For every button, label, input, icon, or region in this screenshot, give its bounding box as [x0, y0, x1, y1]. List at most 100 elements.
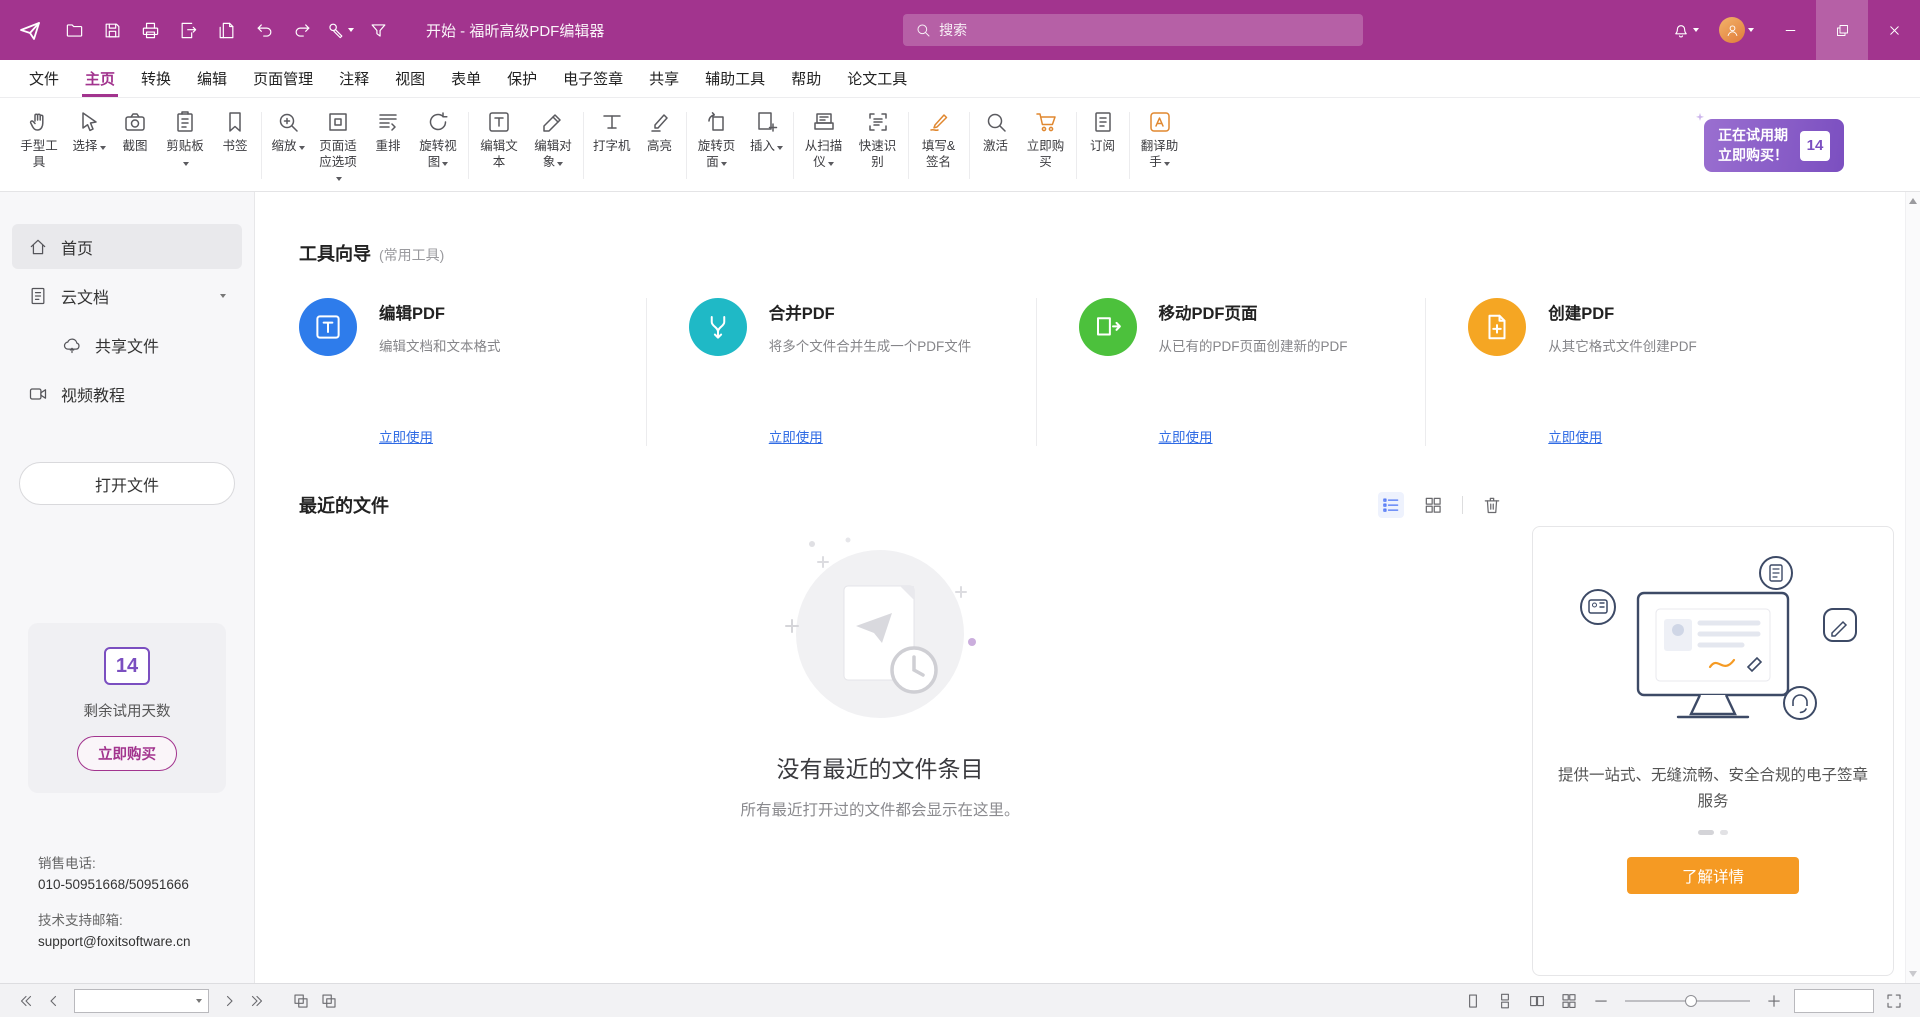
- facing-page-button[interactable]: [1525, 989, 1549, 1013]
- single-page-button[interactable]: [1461, 989, 1485, 1013]
- menu-item-file[interactable]: 文件: [16, 60, 72, 97]
- menu-tab-home[interactable]: 主页: [72, 60, 128, 97]
- search-bar[interactable]: [903, 14, 1363, 46]
- menu-item-comment[interactable]: 注释: [326, 60, 382, 97]
- ribbon-tool-subscribe[interactable]: 订阅: [1080, 102, 1126, 189]
- ribbon-tool-rotate-view[interactable]: 旋转视图: [411, 102, 465, 189]
- menu-item-edit[interactable]: 编辑: [184, 60, 240, 97]
- open-file-button[interactable]: 打开文件: [19, 462, 235, 505]
- menu-item-form[interactable]: 表单: [438, 60, 494, 97]
- ribbon-tool-edit-object[interactable]: 编辑对象: [526, 102, 580, 189]
- scroll-up-arrow[interactable]: [1909, 198, 1917, 204]
- ribbon-tool-reflow[interactable]: 重排: [365, 102, 411, 189]
- menu-item-protect[interactable]: 保护: [494, 60, 550, 97]
- prev-view-button[interactable]: [289, 989, 313, 1013]
- ribbon-tool-snapshot[interactable]: 截图: [112, 102, 158, 189]
- esign-tool-icon[interactable]: [322, 8, 358, 52]
- minimize-button[interactable]: [1764, 0, 1816, 60]
- menu-item-esign[interactable]: 电子签章: [550, 60, 636, 97]
- menu-item-help[interactable]: 帮助: [778, 60, 834, 97]
- buy-now-button[interactable]: 立即购买: [77, 736, 177, 771]
- ribbon-tool-zoom[interactable]: 缩放: [265, 102, 311, 189]
- zoom-out-button[interactable]: [1589, 989, 1613, 1013]
- ribbon-tool-from-scanner[interactable]: 从扫描仪: [797, 102, 851, 189]
- ribbon-tool-insert[interactable]: 插入: [744, 102, 790, 189]
- menu-item-accessibility[interactable]: 辅助工具: [692, 60, 778, 97]
- ribbon-tool-rotate-pages[interactable]: 旋转页面: [690, 102, 744, 189]
- page-number-input[interactable]: [74, 989, 209, 1013]
- save-icon[interactable]: [94, 8, 130, 52]
- grid-view-button[interactable]: [1420, 492, 1446, 518]
- tool-card-create-pdf[interactable]: 创建PDF 从其它格式文件创建PDF 立即使用: [1425, 298, 1815, 446]
- delete-recent-button[interactable]: [1479, 492, 1505, 518]
- carousel-dots[interactable]: [1698, 830, 1728, 835]
- menu-item-view[interactable]: 视图: [382, 60, 438, 97]
- search-input[interactable]: [939, 22, 1351, 38]
- slider-thumb[interactable]: [1685, 995, 1697, 1007]
- ribbon-tool-buy-now[interactable]: 立即购买: [1019, 102, 1073, 189]
- first-page-button[interactable]: [14, 989, 38, 1013]
- carousel-dot[interactable]: [1698, 830, 1714, 835]
- ribbon-tool-fit-options[interactable]: 页面适应选项: [311, 102, 365, 189]
- customize-toolbar-icon[interactable]: [360, 8, 396, 52]
- open-file-icon[interactable]: [56, 8, 92, 52]
- use-now-link[interactable]: 立即使用: [1548, 426, 1602, 446]
- ribbon-tool-translate-assistant[interactable]: 翻译助手: [1133, 102, 1187, 189]
- notification-bell-icon[interactable]: [1662, 0, 1709, 60]
- hand-icon: [27, 110, 51, 134]
- ribbon-tool-quick-ocr[interactable]: 快速识别: [851, 102, 905, 189]
- sidebar-item-cloud-docs[interactable]: 云文档: [12, 273, 242, 318]
- menu-item-convert[interactable]: 转换: [128, 60, 184, 97]
- use-now-link[interactable]: 立即使用: [769, 426, 823, 446]
- next-view-button[interactable]: [317, 989, 341, 1013]
- sidebar-item-home[interactable]: 首页: [12, 224, 242, 269]
- fit-screen-button[interactable]: [1882, 989, 1906, 1013]
- trial-line1: 正在试用期: [1718, 126, 1788, 146]
- undo-icon[interactable]: [246, 8, 282, 52]
- facing-continuous-button[interactable]: [1557, 989, 1581, 1013]
- share-file-icon[interactable]: [208, 8, 244, 52]
- close-button[interactable]: [1868, 0, 1920, 60]
- zoom-level-input[interactable]: [1794, 989, 1874, 1013]
- sidebar-item-video-tutorials[interactable]: 视频教程: [12, 371, 242, 416]
- ribbon-tool-edit-text[interactable]: 编辑文本: [472, 102, 526, 189]
- ribbon-tool-highlight[interactable]: 高亮: [637, 102, 683, 189]
- menu-item-paper-tools[interactable]: 论文工具: [834, 60, 920, 97]
- scroll-down-arrow[interactable]: [1909, 971, 1917, 977]
- tool-card-edit-pdf[interactable]: 编辑PDF 编辑文档和文本格式 立即使用: [299, 298, 646, 446]
- ribbon-tool-activate[interactable]: 激活: [973, 102, 1019, 189]
- learn-more-button[interactable]: 了解详情: [1627, 857, 1799, 894]
- menu-item-share[interactable]: 共享: [636, 60, 692, 97]
- next-page-button[interactable]: [217, 989, 241, 1013]
- ribbon-tool-select[interactable]: 选择: [66, 102, 112, 189]
- prev-page-button[interactable]: [42, 989, 66, 1013]
- print-icon[interactable]: [132, 8, 168, 52]
- zoom-slider[interactable]: [1625, 994, 1750, 1008]
- sidebar-item-shared-files[interactable]: 共享文件: [46, 322, 242, 367]
- ribbon-tool-fill-sign[interactable]: 填写&签名: [912, 102, 966, 189]
- sales-phone-number: 010-50951668/50951666: [38, 874, 191, 896]
- last-page-button[interactable]: [245, 989, 269, 1013]
- use-now-link[interactable]: 立即使用: [379, 426, 433, 446]
- page-input[interactable]: [81, 993, 193, 1008]
- user-avatar[interactable]: [1709, 0, 1764, 60]
- redo-icon[interactable]: [284, 8, 320, 52]
- tool-card-merge-pdf[interactable]: 合并PDF 将多个文件合并生成一个PDF文件 立即使用: [646, 298, 1036, 446]
- continuous-page-button[interactable]: [1493, 989, 1517, 1013]
- support-email-link[interactable]: support@foxitsoftware.cn: [38, 931, 191, 953]
- content-scrollbar[interactable]: [1905, 192, 1920, 983]
- list-view-button[interactable]: [1378, 492, 1404, 518]
- ribbon-tool-clipboard[interactable]: 剪贴板: [158, 102, 212, 189]
- trial-banner[interactable]: 正在试用期 立即购买！ 14: [1704, 119, 1844, 172]
- export-pdf-icon[interactable]: [170, 8, 206, 52]
- zoom-in-button[interactable]: [1762, 989, 1786, 1013]
- tool-card-move-pdf-pages[interactable]: 移动PDF页面 从已有的PDF页面创建新的PDF 立即使用: [1036, 298, 1426, 446]
- carousel-dot[interactable]: [1720, 830, 1728, 835]
- restore-button[interactable]: [1816, 0, 1868, 60]
- ribbon-tool-typewriter[interactable]: 打字机: [587, 102, 637, 189]
- ribbon-tool-bookmark[interactable]: 书签: [212, 102, 258, 189]
- zoom-input[interactable]: [1801, 993, 1867, 1008]
- use-now-link[interactable]: 立即使用: [1159, 426, 1213, 446]
- menu-item-page-management[interactable]: 页面管理: [240, 60, 326, 97]
- ribbon-tool-hand[interactable]: 手型工具: [12, 102, 66, 189]
